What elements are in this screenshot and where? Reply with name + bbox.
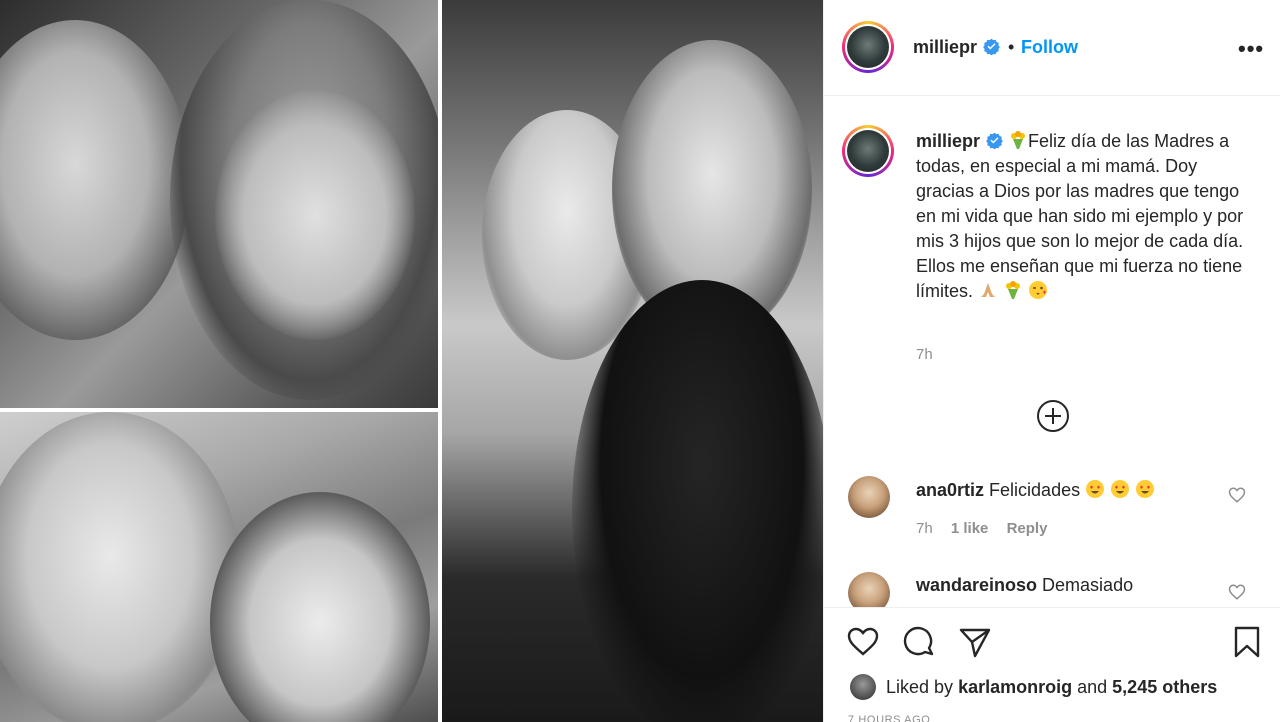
bouquet-icon	[1011, 131, 1026, 149]
heart-icon[interactable]	[846, 625, 880, 659]
verified-icon	[986, 132, 1003, 149]
comment-meta: 7h 1 like Reply	[916, 520, 1047, 537]
comment-time: 7h	[916, 520, 933, 537]
post-header: milliepr • Follow •••	[824, 0, 1280, 96]
bouquet-icon	[1006, 281, 1021, 299]
collage-divider	[438, 0, 442, 722]
comment-item: ana0rtiz Felicidades	[916, 479, 1155, 501]
collage-divider	[0, 408, 438, 412]
follow-button[interactable]: Follow	[1021, 37, 1078, 58]
more-icon[interactable]: •••	[1238, 36, 1264, 62]
liked-by: Liked by karlamonroig and 5,245 others	[886, 677, 1217, 698]
avatar[interactable]	[842, 21, 894, 73]
comment-username[interactable]: wandareinoso	[916, 575, 1037, 595]
share-icon[interactable]	[958, 625, 992, 659]
comment-username[interactable]: ana0rtiz	[916, 480, 984, 500]
photo-bottom-left	[0, 412, 438, 722]
heart-icon[interactable]	[1228, 583, 1246, 601]
reply-button[interactable]: Reply	[1007, 520, 1048, 537]
header-username[interactable]: milliepr	[913, 37, 1000, 58]
comment-item: wandareinoso Demasiado	[916, 575, 1133, 596]
comment-likes[interactable]: 1 like	[951, 520, 989, 537]
liked-prefix: Liked by	[886, 677, 954, 697]
comment-icon[interactable]	[902, 625, 936, 659]
post-panel: milliepr • Follow ••• milliepr Feliz día…	[823, 0, 1280, 722]
likes-count[interactable]: 5,245 others	[1112, 677, 1217, 697]
comment-text: Felicidades	[989, 480, 1081, 500]
caption-time: 7h	[916, 346, 933, 363]
verified-icon	[983, 38, 1000, 55]
username-text[interactable]: milliepr	[913, 37, 977, 57]
wink-kiss-icon	[1029, 281, 1048, 299]
heart-eyes-icon	[1086, 480, 1105, 498]
post-media[interactable]	[0, 0, 823, 722]
heart-eyes-icon	[1136, 480, 1155, 498]
comment-text: Demasiado	[1042, 575, 1134, 595]
photo-top-left	[0, 0, 438, 408]
username-text[interactable]: milliepr	[916, 131, 980, 151]
photo-right	[442, 0, 823, 722]
heart-eyes-icon	[1111, 480, 1130, 498]
bookmark-icon[interactable]	[1230, 625, 1264, 659]
caption-avatar[interactable]	[842, 125, 894, 177]
separator-dot: •	[1008, 37, 1015, 57]
heart-icon[interactable]	[1228, 486, 1246, 504]
liked-user[interactable]: karlamonroig	[958, 677, 1072, 697]
caption-username[interactable]: milliepr	[916, 131, 1003, 151]
plus-circle-icon[interactable]	[1036, 399, 1070, 433]
pray-icon	[981, 283, 996, 297]
avatar[interactable]	[850, 674, 876, 700]
liked-connector: and	[1077, 677, 1108, 697]
post-time: 7 HOURS AGO	[848, 714, 931, 722]
action-bar: Liked by karlamonroig and 5,245 others 7…	[824, 607, 1280, 722]
comment-avatar[interactable]	[848, 476, 890, 518]
caption-text: Feliz día de las Madres a todas, en espe…	[916, 131, 1244, 301]
post-caption: milliepr Feliz día de las Madres a todas…	[916, 129, 1256, 304]
